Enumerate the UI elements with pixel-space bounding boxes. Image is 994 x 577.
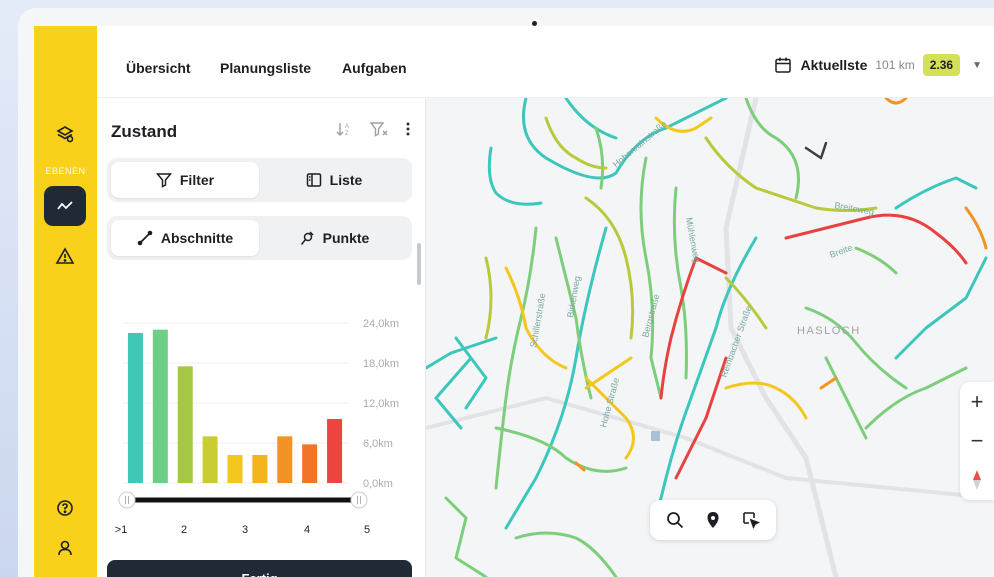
range-slider-max-handle — [350, 491, 368, 509]
map-toolbar — [650, 500, 776, 540]
chart-bar — [327, 419, 343, 483]
segment-icon — [137, 230, 153, 246]
chart-bar — [277, 436, 293, 483]
svg-text:Schillerstraße: Schillerstraße — [528, 292, 547, 348]
y-tick-label: 18,0km — [363, 358, 399, 370]
nav-tasks[interactable]: Aufgaben — [342, 60, 407, 76]
score-badge: 2.36 — [922, 54, 961, 76]
list-tab-label: Liste — [329, 172, 363, 188]
svg-text:Hohe Straße: Hohe Straße — [598, 377, 621, 429]
filter-tab-label: Filter — [179, 172, 215, 188]
x-tick-label: 4 — [304, 524, 310, 533]
svg-text:A: A — [345, 124, 349, 130]
type-toggle: Abschnitte Punkte — [107, 216, 412, 260]
sections-tab[interactable]: Abschnitte — [111, 220, 259, 256]
svg-text:Breiteweg: Breiteweg — [834, 200, 875, 217]
svg-text:Hohenrainstraße: Hohenrainstraße — [611, 119, 669, 170]
zoom-controls: + − — [960, 382, 994, 500]
chart-bar — [202, 436, 218, 483]
svg-text:Z: Z — [345, 131, 349, 137]
filter-tab[interactable]: Filter — [111, 162, 259, 198]
compass-icon — [973, 469, 981, 490]
zoom-out-button[interactable]: − — [960, 421, 994, 460]
sort-icon[interactable]: AZ — [335, 120, 353, 138]
calendar-icon — [775, 57, 792, 73]
y-tick-label: 6,0km — [363, 438, 393, 450]
svg-text:Bergstraße: Bergstraße — [640, 293, 661, 339]
nav-planning-list[interactable]: Planungsliste — [220, 60, 311, 76]
x-tick-label: 3 — [242, 524, 248, 533]
y-tick-label: 24,0km — [363, 318, 399, 330]
range-slider-min-handle — [118, 491, 136, 509]
chevron-down-icon: ▼ — [972, 59, 982, 71]
left-rail: EBENEN — [34, 26, 97, 577]
user-icon[interactable] — [44, 528, 86, 568]
x-tick-label: 5 — [364, 524, 370, 533]
zoom-in-button[interactable]: + — [960, 382, 994, 421]
town-label: HASLOCH — [797, 325, 861, 337]
clear-filter-icon[interactable] — [369, 120, 389, 138]
list-tab[interactable]: Liste — [260, 162, 408, 198]
sections-tab-label: Abschnitte — [160, 230, 234, 246]
more-vertical-icon[interactable] — [405, 120, 411, 138]
top-bar: Übersicht Planungsliste Aufgaben Aktuell… — [97, 26, 994, 98]
search-icon[interactable] — [665, 510, 685, 530]
chart-bar — [302, 444, 318, 483]
compass-button[interactable] — [960, 460, 994, 499]
rail-section-label: EBENEN — [45, 166, 86, 176]
pin-icon[interactable] — [703, 510, 723, 530]
map-view[interactable]: Hohenrainstraße Bergstraße Schillerstraß… — [426, 98, 994, 577]
chart-bar — [227, 455, 243, 483]
svg-text:Mühlenweg: Mühlenweg — [684, 217, 702, 264]
filter-icon — [155, 173, 172, 188]
panel-title: Zustand — [111, 122, 178, 141]
x-tick-label: >1 — [115, 524, 128, 533]
condition-bar-chart: 24,0km 18,0km 12,0km 6,0km 0,0km >1 2 3 4 5 — [115, 318, 399, 533]
trend-icon[interactable] — [44, 186, 86, 226]
app-screen: EBENEN Übersicht Planungsliste Aufgaben … — [34, 26, 994, 577]
tablet-frame: EBENEN Übersicht Planungsliste Aufgaben … — [18, 8, 994, 577]
date-selector[interactable]: Aktuellste 101 km 2.36 ▼ — [774, 54, 982, 76]
condition-panel: Zustand AZ Filter Liste Abschnitte Punkt… — [97, 98, 426, 577]
layers-icon[interactable] — [44, 114, 86, 154]
panel-scrollbar[interactable] — [417, 243, 421, 285]
select-area-icon[interactable] — [741, 510, 761, 530]
chart-bar — [152, 329, 168, 483]
warning-icon[interactable] — [44, 236, 86, 276]
x-tick-label: 2 — [181, 524, 187, 533]
list-panel-icon — [306, 173, 321, 187]
help-icon[interactable] — [44, 488, 86, 528]
camera-dot — [532, 21, 537, 26]
chart-bar — [127, 333, 143, 483]
point-icon — [300, 231, 314, 245]
date-selector-label: Aktuellste — [800, 57, 868, 73]
svg-text:Breite: Breite — [828, 242, 854, 259]
chart-bar — [177, 366, 193, 483]
done-button[interactable]: Fertig — [107, 560, 412, 577]
chart-bar — [252, 455, 268, 483]
nav-overview[interactable]: Übersicht — [126, 60, 191, 76]
points-tab[interactable]: Punkte — [260, 220, 408, 256]
distance-value: 101 km — [875, 58, 915, 72]
y-tick-label: 12,0km — [363, 398, 399, 410]
view-toggle: Filter Liste — [107, 158, 412, 202]
y-tick-label: 0,0km — [363, 478, 393, 490]
points-tab-label: Punkte — [322, 230, 370, 246]
